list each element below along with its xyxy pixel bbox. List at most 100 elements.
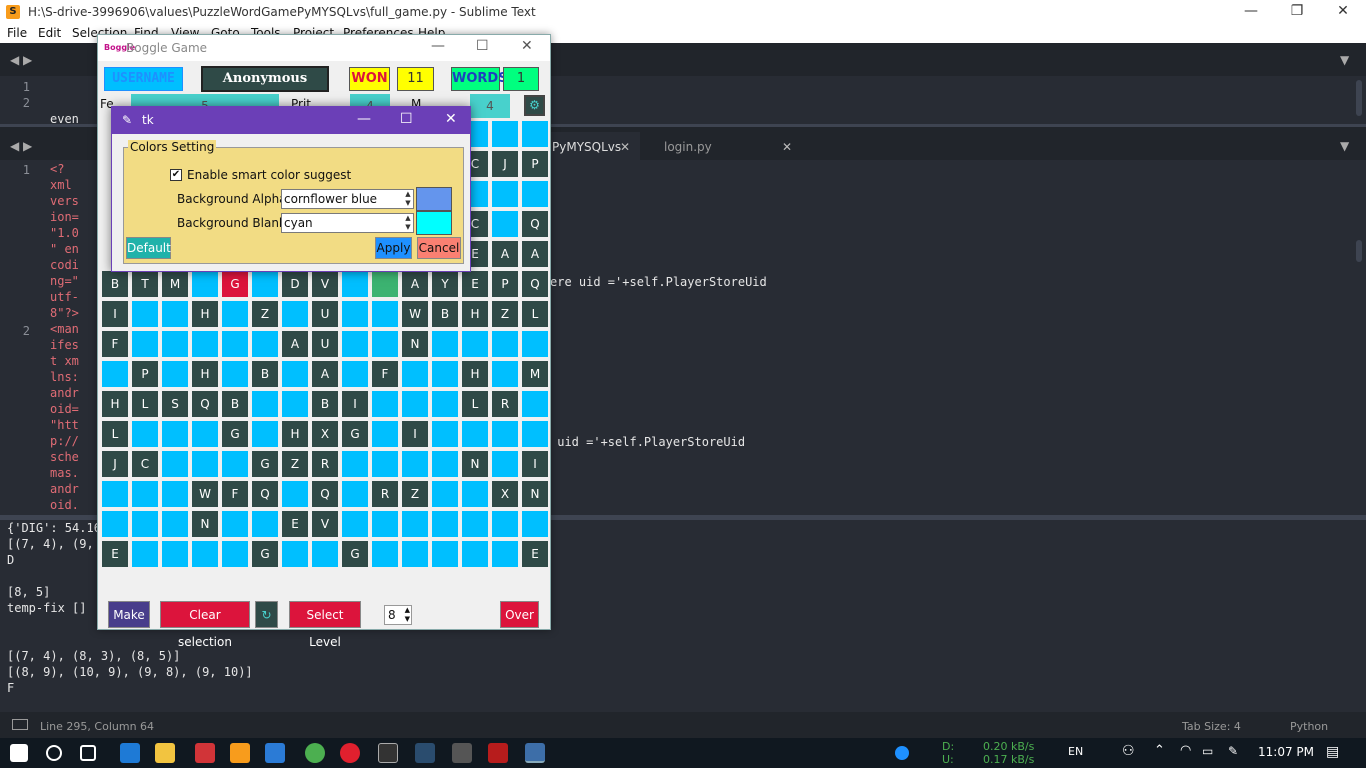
grid-cell[interactable]: X: [312, 421, 338, 447]
grid-cell[interactable]: N: [522, 481, 548, 507]
grid-cell[interactable]: I: [342, 391, 368, 417]
grid-cell[interactable]: L: [102, 421, 128, 447]
grid-cell[interactable]: H: [192, 301, 218, 327]
boggle-maximize-button[interactable]: ☐: [476, 38, 489, 54]
grid-cell[interactable]: B: [102, 271, 128, 297]
vscode-icon[interactable]: [265, 743, 285, 763]
grid-cell[interactable]: R: [312, 451, 338, 477]
chrome-icon[interactable]: [305, 743, 325, 763]
grid-cell[interactable]: F: [372, 361, 398, 387]
grid-cell[interactable]: R: [372, 481, 398, 507]
grid-cell[interactable]: F: [102, 331, 128, 357]
tab-login[interactable]: login.py ✕: [652, 132, 802, 162]
grid-cell[interactable]: H: [462, 301, 488, 327]
grid-cell[interactable]: [162, 481, 188, 507]
grid-cell[interactable]: E: [462, 271, 488, 297]
grid-cell[interactable]: [432, 511, 458, 537]
grid-cell[interactable]: [342, 511, 368, 537]
tab-size[interactable]: Tab Size: 4: [1182, 720, 1241, 733]
chevron-up-icon[interactable]: ⌃: [1154, 743, 1165, 758]
default-button[interactable]: Default: [126, 237, 171, 259]
tab-nav-arrows-main[interactable]: ◀ ▶: [10, 139, 32, 153]
grid-cell[interactable]: Q: [312, 481, 338, 507]
grid-cell[interactable]: [162, 361, 188, 387]
app-icon[interactable]: [415, 743, 435, 763]
grid-cell[interactable]: [402, 451, 428, 477]
grid-cell[interactable]: [132, 301, 158, 327]
over-button[interactable]: Over: [500, 601, 539, 628]
grid-cell[interactable]: [342, 331, 368, 357]
grid-cell[interactable]: [372, 391, 398, 417]
make-button[interactable]: Make: [108, 601, 150, 628]
opera-icon[interactable]: [340, 743, 360, 763]
grid-cell[interactable]: [342, 451, 368, 477]
grid-cell[interactable]: N: [402, 331, 428, 357]
grid-cell[interactable]: H: [102, 391, 128, 417]
grid-cell[interactable]: F: [222, 481, 248, 507]
grid-cell[interactable]: [402, 511, 428, 537]
grid-cell[interactable]: [492, 331, 518, 357]
grid-cell[interactable]: [252, 391, 278, 417]
grid-cell[interactable]: [162, 421, 188, 447]
tk-minimize-button[interactable]: —: [357, 111, 371, 127]
grid-cell[interactable]: Q: [522, 211, 548, 237]
grid-cell[interactable]: [132, 481, 158, 507]
grid-cell[interactable]: [372, 301, 398, 327]
store-icon[interactable]: [195, 743, 215, 763]
boggle-minimize-button[interactable]: —: [431, 38, 445, 54]
grid-cell[interactable]: W: [192, 481, 218, 507]
grid-cell[interactable]: [402, 361, 428, 387]
grid-cell[interactable]: [492, 181, 518, 207]
grid-cell[interactable]: [432, 391, 458, 417]
grid-cell[interactable]: [492, 541, 518, 567]
edge-icon[interactable]: [120, 743, 140, 763]
grid-cell[interactable]: [102, 511, 128, 537]
grid-cell[interactable]: M: [522, 361, 548, 387]
grid-cell[interactable]: S: [162, 391, 188, 417]
tab-close-icon[interactable]: ✕: [782, 132, 792, 162]
help-icon[interactable]: [895, 746, 909, 760]
pdf-icon[interactable]: [488, 743, 508, 763]
grid-cell[interactable]: [282, 391, 308, 417]
grid-cell[interactable]: P: [132, 361, 158, 387]
tab-full-game[interactable]: PyMYSQLvs ✕: [540, 132, 640, 162]
grid-cell[interactable]: [432, 481, 458, 507]
spin-arrows-icon[interactable]: ▲ ▼: [405, 606, 410, 624]
grid-cell[interactable]: Q: [522, 271, 548, 297]
grid-cell[interactable]: B: [222, 391, 248, 417]
battery-icon[interactable]: ▭: [1202, 744, 1213, 758]
grid-cell[interactable]: [402, 391, 428, 417]
grid-cell[interactable]: [282, 301, 308, 327]
grid-cell[interactable]: I: [102, 301, 128, 327]
grid-cell[interactable]: J: [492, 151, 518, 177]
grid-cell[interactable]: [432, 541, 458, 567]
grid-cell[interactable]: Q: [192, 391, 218, 417]
app2-icon[interactable]: [452, 743, 472, 763]
maximize-button[interactable]: ❐: [1274, 0, 1320, 24]
grid-cell[interactable]: [132, 511, 158, 537]
grid-cell[interactable]: [462, 481, 488, 507]
settings-gear-icon[interactable]: ⚙: [524, 95, 545, 116]
grid-cell[interactable]: [222, 511, 248, 537]
grid-cell[interactable]: B: [432, 301, 458, 327]
windows-start-icon[interactable]: [10, 744, 28, 762]
grid-cell[interactable]: V: [312, 271, 338, 297]
tab-dropdown-icon[interactable]: ▼: [1340, 139, 1349, 153]
grid-cell[interactable]: A: [492, 241, 518, 267]
alpha-combobox[interactable]: cornflower blue ▲ ▼: [281, 189, 414, 209]
grid-cell[interactable]: [282, 481, 308, 507]
grid-cell[interactable]: [522, 511, 548, 537]
grid-cell[interactable]: [492, 211, 518, 237]
grid-cell[interactable]: Z: [492, 301, 518, 327]
language-indicator[interactable]: EN: [1068, 745, 1083, 758]
grid-cell[interactable]: Y: [432, 271, 458, 297]
grid-cell[interactable]: [132, 421, 158, 447]
grid-cell[interactable]: A: [282, 331, 308, 357]
task-view-icon[interactable]: [80, 745, 96, 761]
grid-cell[interactable]: [342, 361, 368, 387]
grid-cell[interactable]: [162, 451, 188, 477]
grid-cell[interactable]: [192, 271, 218, 297]
grid-cell[interactable]: L: [462, 391, 488, 417]
grid-cell[interactable]: [102, 481, 128, 507]
wifi-icon[interactable]: ◠: [1180, 743, 1191, 758]
